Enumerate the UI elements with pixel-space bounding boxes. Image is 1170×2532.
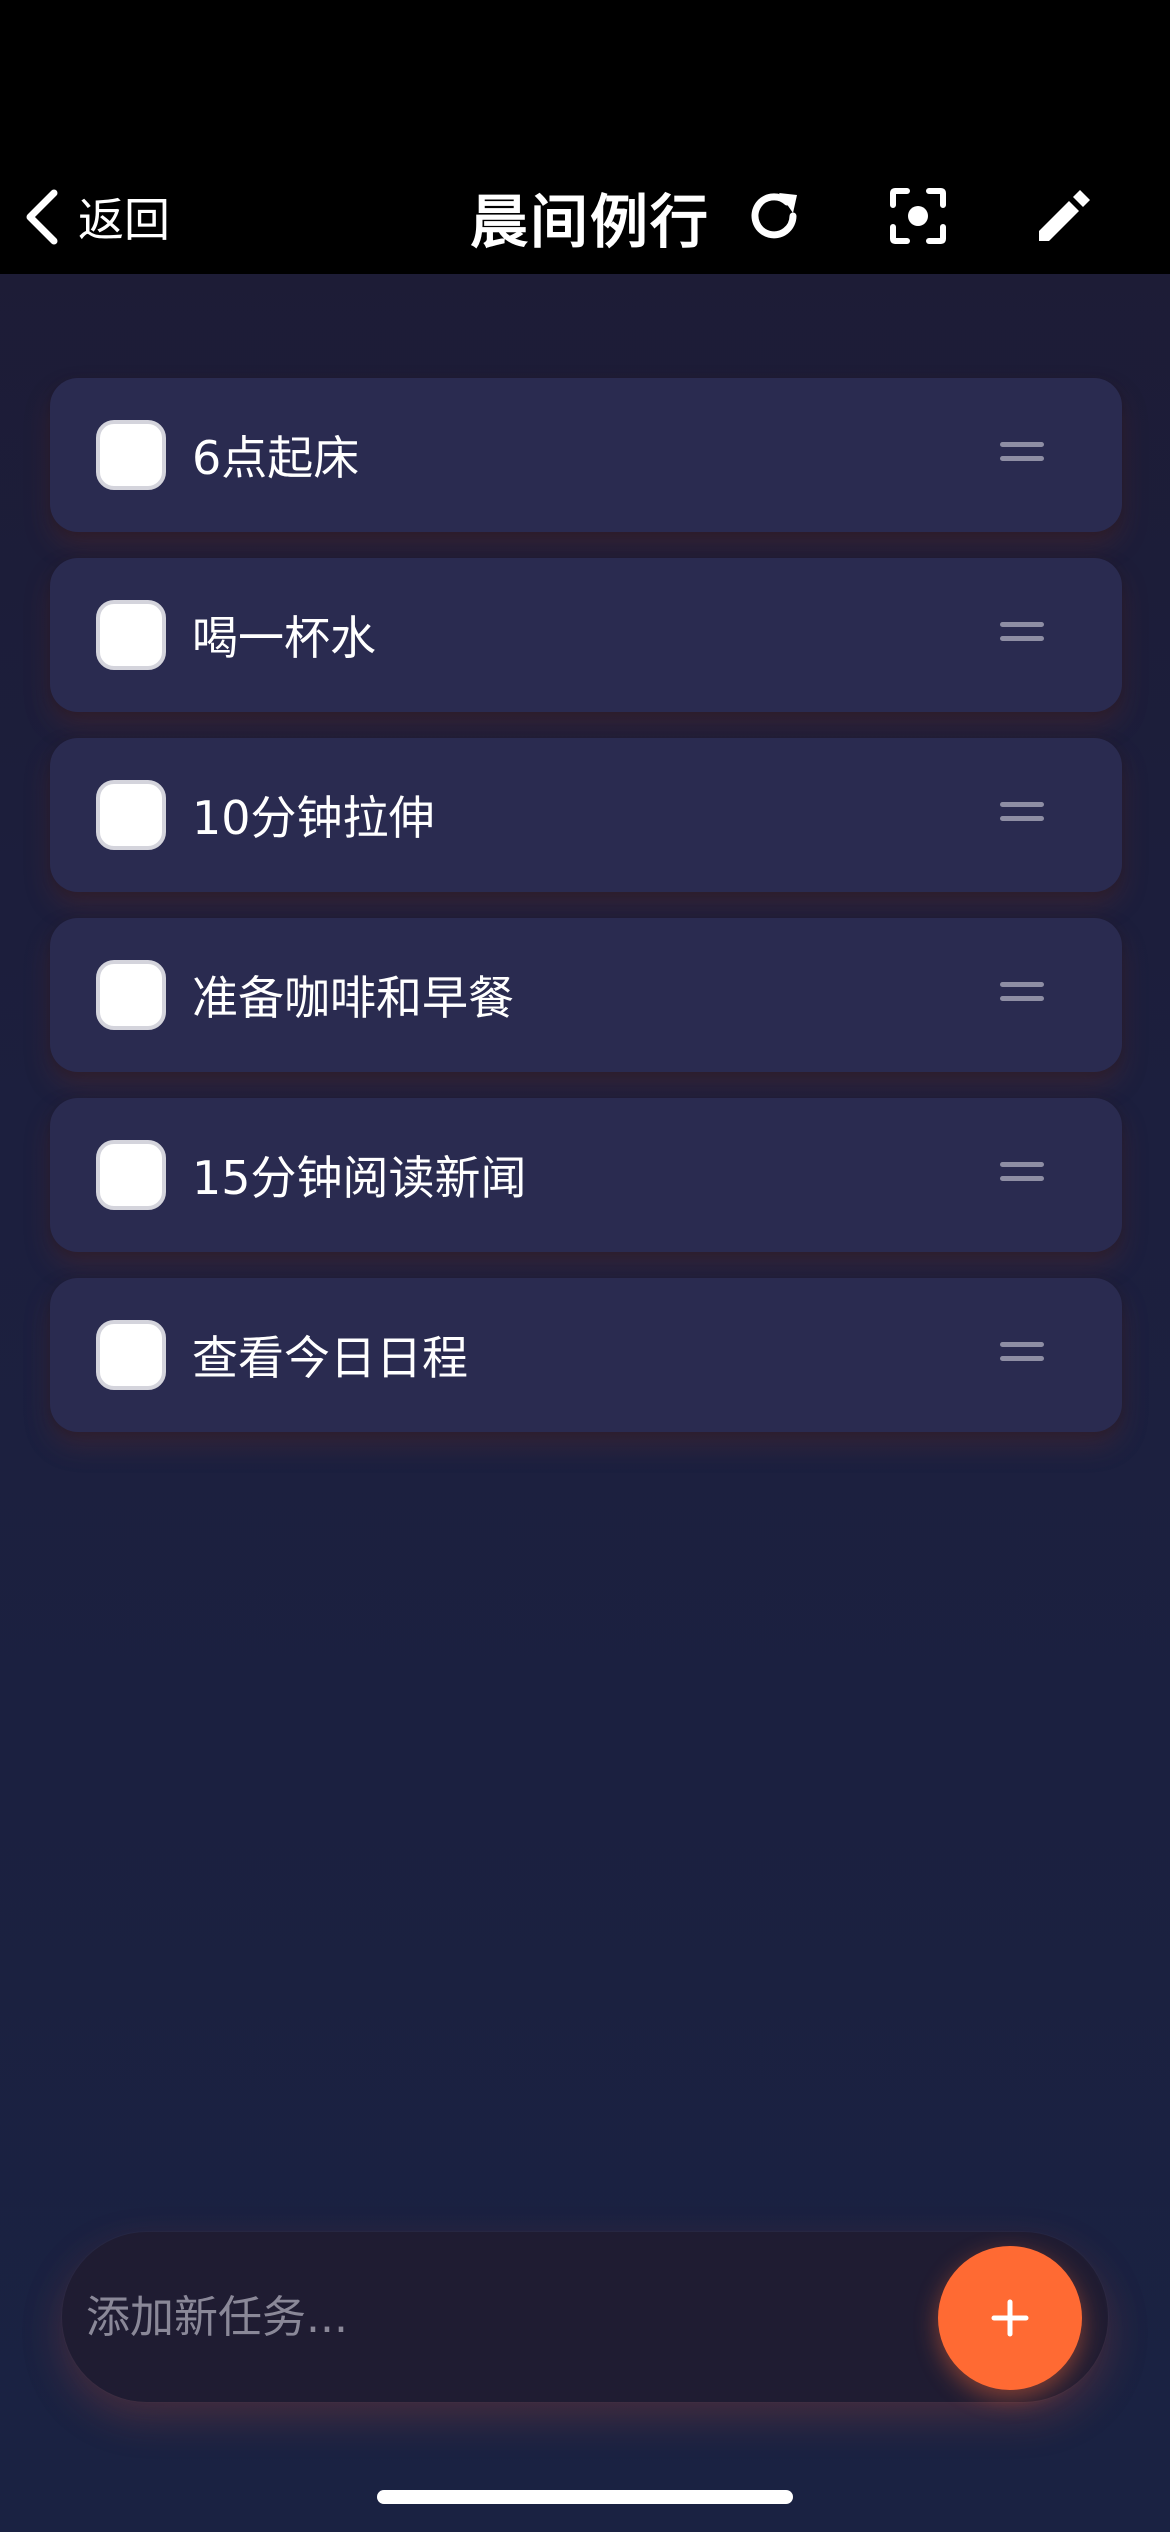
task-item[interactable]: 准备咖啡和早餐 <box>50 918 1122 1072</box>
edit-icon <box>1039 190 1090 241</box>
task-label: 准备咖啡和早餐 <box>192 971 514 1025</box>
home-indicator <box>377 2490 793 2504</box>
refresh-button[interactable] <box>734 176 814 256</box>
task-item[interactable]: 喝一杯水 <box>50 558 1122 712</box>
task-checkbox[interactable] <box>96 600 166 670</box>
task-label: 10分钟拉伸 <box>192 791 435 845</box>
focus-icon <box>890 188 946 244</box>
drag-handle-icon[interactable] <box>1000 802 1044 828</box>
refresh-icon <box>751 193 797 239</box>
plus-icon <box>991 2299 1029 2337</box>
status-bar <box>0 0 1170 160</box>
task-label: 查看今日日程 <box>192 1331 468 1385</box>
drag-handle-icon[interactable] <box>1000 622 1044 648</box>
add-task-bar <box>62 2232 1108 2402</box>
add-task-button[interactable] <box>938 2246 1082 2390</box>
task-checkbox[interactable] <box>96 1320 166 1390</box>
nav-bar: 返回 晨间例行 <box>0 160 1170 274</box>
task-label: 喝一杯水 <box>192 611 376 665</box>
task-label: 15分钟阅读新闻 <box>192 1151 527 1205</box>
edit-button[interactable] <box>1022 176 1102 256</box>
back-button[interactable]: 返回 <box>20 172 170 262</box>
focus-button[interactable] <box>878 176 958 256</box>
drag-handle-icon[interactable] <box>1000 1162 1044 1188</box>
drag-handle-icon[interactable] <box>1000 442 1044 468</box>
task-checkbox[interactable] <box>96 960 166 1030</box>
task-list: 6点起床 喝一杯水 10分钟拉伸 准备咖啡和早餐 15分钟阅读新闻 查看今日日程 <box>50 378 1122 1458</box>
task-checkbox[interactable] <box>96 780 166 850</box>
task-item[interactable]: 10分钟拉伸 <box>50 738 1122 892</box>
task-item[interactable]: 查看今日日程 <box>50 1278 1122 1432</box>
chevron-left-icon <box>26 189 58 245</box>
add-task-input[interactable] <box>86 2267 966 2367</box>
task-item[interactable]: 6点起床 <box>50 378 1122 532</box>
page-title: 晨间例行 <box>470 188 711 256</box>
task-checkbox[interactable] <box>96 420 166 490</box>
task-checkbox[interactable] <box>96 1140 166 1210</box>
task-item[interactable]: 15分钟阅读新闻 <box>50 1098 1122 1252</box>
drag-handle-icon[interactable] <box>1000 1342 1044 1368</box>
task-label: 6点起床 <box>192 431 360 485</box>
drag-handle-icon[interactable] <box>1000 982 1044 1008</box>
back-label: 返回 <box>78 193 170 247</box>
